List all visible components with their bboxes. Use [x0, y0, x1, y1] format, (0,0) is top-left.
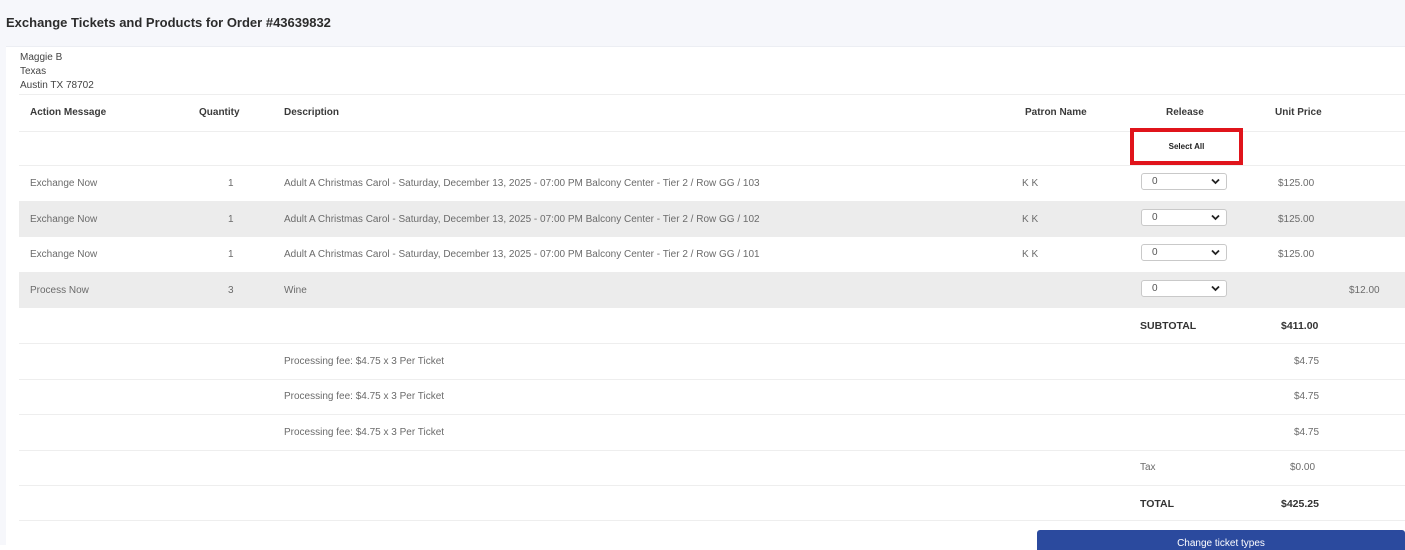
select-all-button[interactable]: Select All — [1130, 128, 1243, 165]
row-patron-name: K K — [1022, 214, 1039, 225]
page-header: Exchange Tickets and Products for Order … — [0, 0, 1405, 47]
release-quantity-select[interactable]: 0 — [1141, 280, 1227, 297]
row-quantity: 1 — [228, 249, 234, 260]
chevron-down-icon — [1211, 249, 1220, 256]
row-unit-price: $125.00 — [1278, 214, 1315, 225]
chevron-down-icon — [1211, 285, 1220, 292]
change-ticket-types-label: Change ticket types — [1177, 538, 1265, 549]
row-description: Adult A Christmas Carol - Saturday, Dece… — [284, 214, 760, 225]
release-quantity-select[interactable]: 0 — [1141, 244, 1227, 261]
customer-name: Maggie B — [20, 52, 63, 63]
table-header-row: Action Message Quantity Description Patr… — [19, 94, 1405, 132]
table-row: Process Now 3 Wine 0 $12.00 — [19, 272, 1405, 308]
row-patron-name: K K — [1022, 249, 1039, 260]
release-select-value: 0 — [1152, 212, 1158, 223]
row-quantity: 1 — [228, 178, 234, 189]
row-description: Adult A Christmas Carol - Saturday, Dece… — [284, 178, 760, 189]
fee-row: Processing fee: $4.75 x 3 Per Ticket $4.… — [19, 379, 1405, 415]
header-patron-name: Patron Name — [1025, 107, 1087, 118]
page-title: Exchange Tickets and Products for Order … — [6, 15, 331, 30]
chevron-down-icon — [1211, 214, 1220, 221]
tax-value: $0.00 — [1290, 462, 1316, 473]
row-unit-price: $12.00 — [1349, 285, 1380, 296]
header-action-message: Action Message — [30, 107, 107, 118]
row-action-message: Exchange Now — [30, 178, 98, 189]
header-unit-price: Unit Price — [1275, 107, 1322, 118]
header-description: Description — [284, 107, 340, 118]
row-action-message: Process Now — [30, 285, 89, 296]
table-row: Exchange Now 1 Adult A Christmas Carol -… — [19, 165, 1405, 202]
fee-description: Processing fee: $4.75 x 3 Per Ticket — [284, 391, 445, 402]
total-value: $425.25 — [1281, 498, 1319, 510]
select-all-label: Select All — [1168, 142, 1205, 151]
subtotal-value: $411.00 — [1281, 320, 1319, 332]
row-description: Adult A Christmas Carol - Saturday, Dece… — [284, 249, 760, 260]
fee-row: Processing fee: $4.75 x 3 Per Ticket $4.… — [19, 414, 1405, 451]
header-quantity: Quantity — [199, 107, 240, 118]
tax-label: Tax — [1140, 462, 1156, 473]
customer-city-line: Austin TX 78702 — [20, 80, 94, 91]
release-select-value: 0 — [1152, 176, 1158, 187]
row-action-message: Exchange Now — [30, 214, 98, 225]
row-unit-price: $125.00 — [1278, 249, 1315, 260]
chevron-down-icon — [1211, 178, 1220, 185]
release-quantity-select[interactable]: 0 — [1141, 209, 1227, 226]
table-row: Exchange Now 1 Adult A Christmas Carol -… — [19, 237, 1405, 273]
subtotal-label: SUBTOTAL — [1140, 320, 1197, 332]
header-release: Release — [1166, 107, 1204, 118]
release-select-value: 0 — [1152, 283, 1158, 294]
fee-row: Processing fee: $4.75 x 3 Per Ticket $4.… — [19, 343, 1405, 380]
customer-state: Texas — [20, 66, 47, 77]
total-label: TOTAL — [1140, 498, 1175, 510]
row-action-message: Exchange Now — [30, 249, 98, 260]
fee-value: $4.75 — [1294, 427, 1320, 438]
row-patron-name: K K — [1022, 178, 1039, 189]
release-quantity-select[interactable]: 0 — [1141, 173, 1227, 190]
row-quantity: 1 — [228, 214, 234, 225]
row-unit-price: $125.00 — [1278, 178, 1315, 189]
row-quantity: 3 — [228, 285, 234, 296]
tax-row: Tax $0.00 — [19, 450, 1405, 486]
change-ticket-types-button[interactable]: Change ticket types — [1037, 530, 1405, 550]
release-select-value: 0 — [1152, 247, 1158, 258]
total-row: TOTAL $425.25 — [19, 485, 1405, 521]
table-row: Exchange Now 1 Adult A Christmas Carol -… — [19, 201, 1405, 237]
fee-value: $4.75 — [1294, 356, 1320, 367]
row-description: Wine — [284, 285, 307, 296]
subtotal-row: SUBTOTAL $411.00 — [19, 308, 1405, 344]
left-gutter — [0, 46, 6, 545]
fee-value: $4.75 — [1294, 391, 1320, 402]
fee-description: Processing fee: $4.75 x 3 Per Ticket — [284, 427, 445, 438]
fee-description: Processing fee: $4.75 x 3 Per Ticket — [284, 356, 445, 367]
